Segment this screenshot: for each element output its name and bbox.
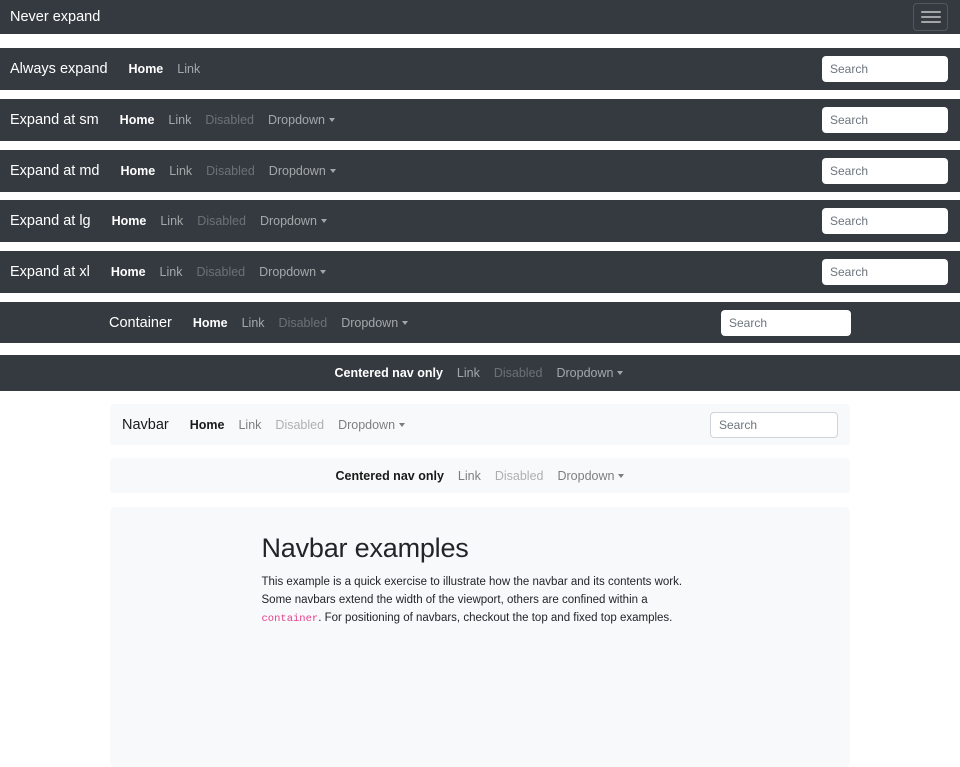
container-code-text: container: [262, 613, 319, 625]
nav-link-centered-nav-only[interactable]: Centered nav only: [328, 366, 450, 380]
brand-expand-lg[interactable]: Expand at lg: [10, 213, 91, 229]
brand-container[interactable]: Container: [109, 315, 172, 331]
nav-link-home[interactable]: Home: [104, 265, 153, 279]
caret-down-icon: [617, 371, 623, 375]
navbar-never-expand: Never expand: [0, 0, 960, 34]
search-input[interactable]: [822, 259, 948, 285]
nav-link-dropdown[interactable]: Dropdown: [334, 316, 415, 330]
navbar-centered-light: Centered nav only Link Disabled Dropdown: [110, 458, 850, 493]
search-input[interactable]: [721, 310, 851, 336]
nav-link-centered-nav-only[interactable]: Centered nav only: [329, 469, 451, 483]
nav-link-disabled: Disabled: [268, 418, 331, 432]
nav-links: Home Link Disabled Dropdown: [113, 113, 342, 127]
hamburger-icon: [921, 11, 941, 13]
navbar-container-inner: Container Home Link Disabled Dropdown: [109, 302, 851, 343]
nav-link-link[interactable]: Link: [153, 214, 190, 228]
nav-links: Home Link Disabled Dropdown: [105, 214, 334, 228]
caret-down-icon: [330, 169, 336, 173]
nav-link-disabled: Disabled: [272, 316, 335, 330]
nav-link-dropdown[interactable]: Dropdown: [252, 265, 333, 279]
search-input[interactable]: [822, 107, 948, 133]
nav-link-dropdown[interactable]: Dropdown: [550, 469, 631, 483]
nav-link-dropdown[interactable]: Dropdown: [549, 366, 630, 380]
nav-link-link[interactable]: Link: [162, 164, 199, 178]
paragraph-text: This example is a quick exercise to illu…: [262, 576, 683, 606]
nav-link-disabled: Disabled: [190, 214, 253, 228]
nav-links: Centered nav only Link Disabled Dropdown: [329, 469, 632, 483]
navbar-toggler-button[interactable]: [913, 3, 948, 31]
navbar-container: Container Home Link Disabled Dropdown: [0, 302, 960, 343]
search-input[interactable]: [822, 208, 948, 234]
jumbotron-content: Navbar examples This example is a quick …: [262, 507, 699, 627]
navbar-expand-lg: Expand at lg Home Link Disabled Dropdown: [0, 200, 960, 242]
nav-links: Home Link Disabled Dropdown: [183, 418, 412, 432]
nav-link-home[interactable]: Home: [113, 113, 162, 127]
nav-link-disabled: Disabled: [488, 469, 551, 483]
search-input[interactable]: [822, 56, 948, 82]
nav-link-disabled: Disabled: [189, 265, 252, 279]
jumbotron: Navbar examples This example is a quick …: [110, 507, 850, 767]
nav-link-dropdown[interactable]: Dropdown: [331, 418, 412, 432]
hamburger-icon: [921, 21, 941, 23]
nav-links: Home Link: [122, 62, 208, 76]
nav-link-home[interactable]: Home: [183, 418, 232, 432]
nav-link-dropdown[interactable]: Dropdown: [261, 113, 342, 127]
search-input[interactable]: [822, 158, 948, 184]
navbar-expand-md: Expand at md Home Link Disabled Dropdown: [0, 150, 960, 192]
nav-link-dropdown[interactable]: Dropdown: [253, 214, 334, 228]
brand-expand-xl[interactable]: Expand at xl: [10, 264, 90, 280]
paragraph-text: . For positioning of navbars, checkout t…: [318, 612, 672, 624]
nav-link-dropdown[interactable]: Dropdown: [262, 164, 343, 178]
nav-link-link[interactable]: Link: [451, 469, 488, 483]
nav-link-link[interactable]: Link: [170, 62, 207, 76]
caret-down-icon: [320, 270, 326, 274]
page-title: Navbar examples: [262, 533, 699, 564]
nav-link-disabled: Disabled: [199, 164, 262, 178]
nav-link-link[interactable]: Link: [161, 113, 198, 127]
nav-link-link[interactable]: Link: [450, 366, 487, 380]
caret-down-icon: [399, 423, 405, 427]
nav-link-home[interactable]: Home: [186, 316, 235, 330]
brand-expand-md[interactable]: Expand at md: [10, 163, 99, 179]
nav-link-link[interactable]: Link: [231, 418, 268, 432]
nav-links: Home Link Disabled Dropdown: [113, 164, 342, 178]
hamburger-icon: [921, 16, 941, 18]
nav-links: Home Link Disabled Dropdown: [104, 265, 333, 279]
navbar-expand-sm: Expand at sm Home Link Disabled Dropdown: [0, 99, 960, 141]
caret-down-icon: [402, 321, 408, 325]
navbar-always-expand: Always expand Home Link: [0, 48, 960, 90]
nav-link-home[interactable]: Home: [122, 62, 171, 76]
nav-links: Centered nav only Link Disabled Dropdown: [328, 366, 631, 380]
caret-down-icon: [321, 219, 327, 223]
intro-paragraph: This example is a quick exercise to illu…: [262, 574, 699, 627]
brand-never-expand[interactable]: Never expand: [10, 9, 100, 25]
nav-links: Home Link Disabled Dropdown: [186, 316, 415, 330]
nav-link-link[interactable]: Link: [153, 265, 190, 279]
search-input[interactable]: [710, 412, 838, 438]
brand-navbar[interactable]: Navbar: [122, 417, 169, 433]
navbar-light: Navbar Home Link Disabled Dropdown: [110, 404, 850, 445]
brand-expand-sm[interactable]: Expand at sm: [10, 112, 99, 128]
caret-down-icon: [329, 118, 335, 122]
nav-link-home[interactable]: Home: [113, 164, 162, 178]
nav-link-disabled: Disabled: [487, 366, 550, 380]
nav-link-home[interactable]: Home: [105, 214, 154, 228]
navbar-expand-xl: Expand at xl Home Link Disabled Dropdown: [0, 251, 960, 293]
nav-link-disabled: Disabled: [198, 113, 261, 127]
caret-down-icon: [618, 474, 624, 478]
navbar-centered-dark: Centered nav only Link Disabled Dropdown: [0, 355, 960, 391]
brand-always-expand[interactable]: Always expand: [10, 61, 108, 77]
nav-link-link[interactable]: Link: [235, 316, 272, 330]
